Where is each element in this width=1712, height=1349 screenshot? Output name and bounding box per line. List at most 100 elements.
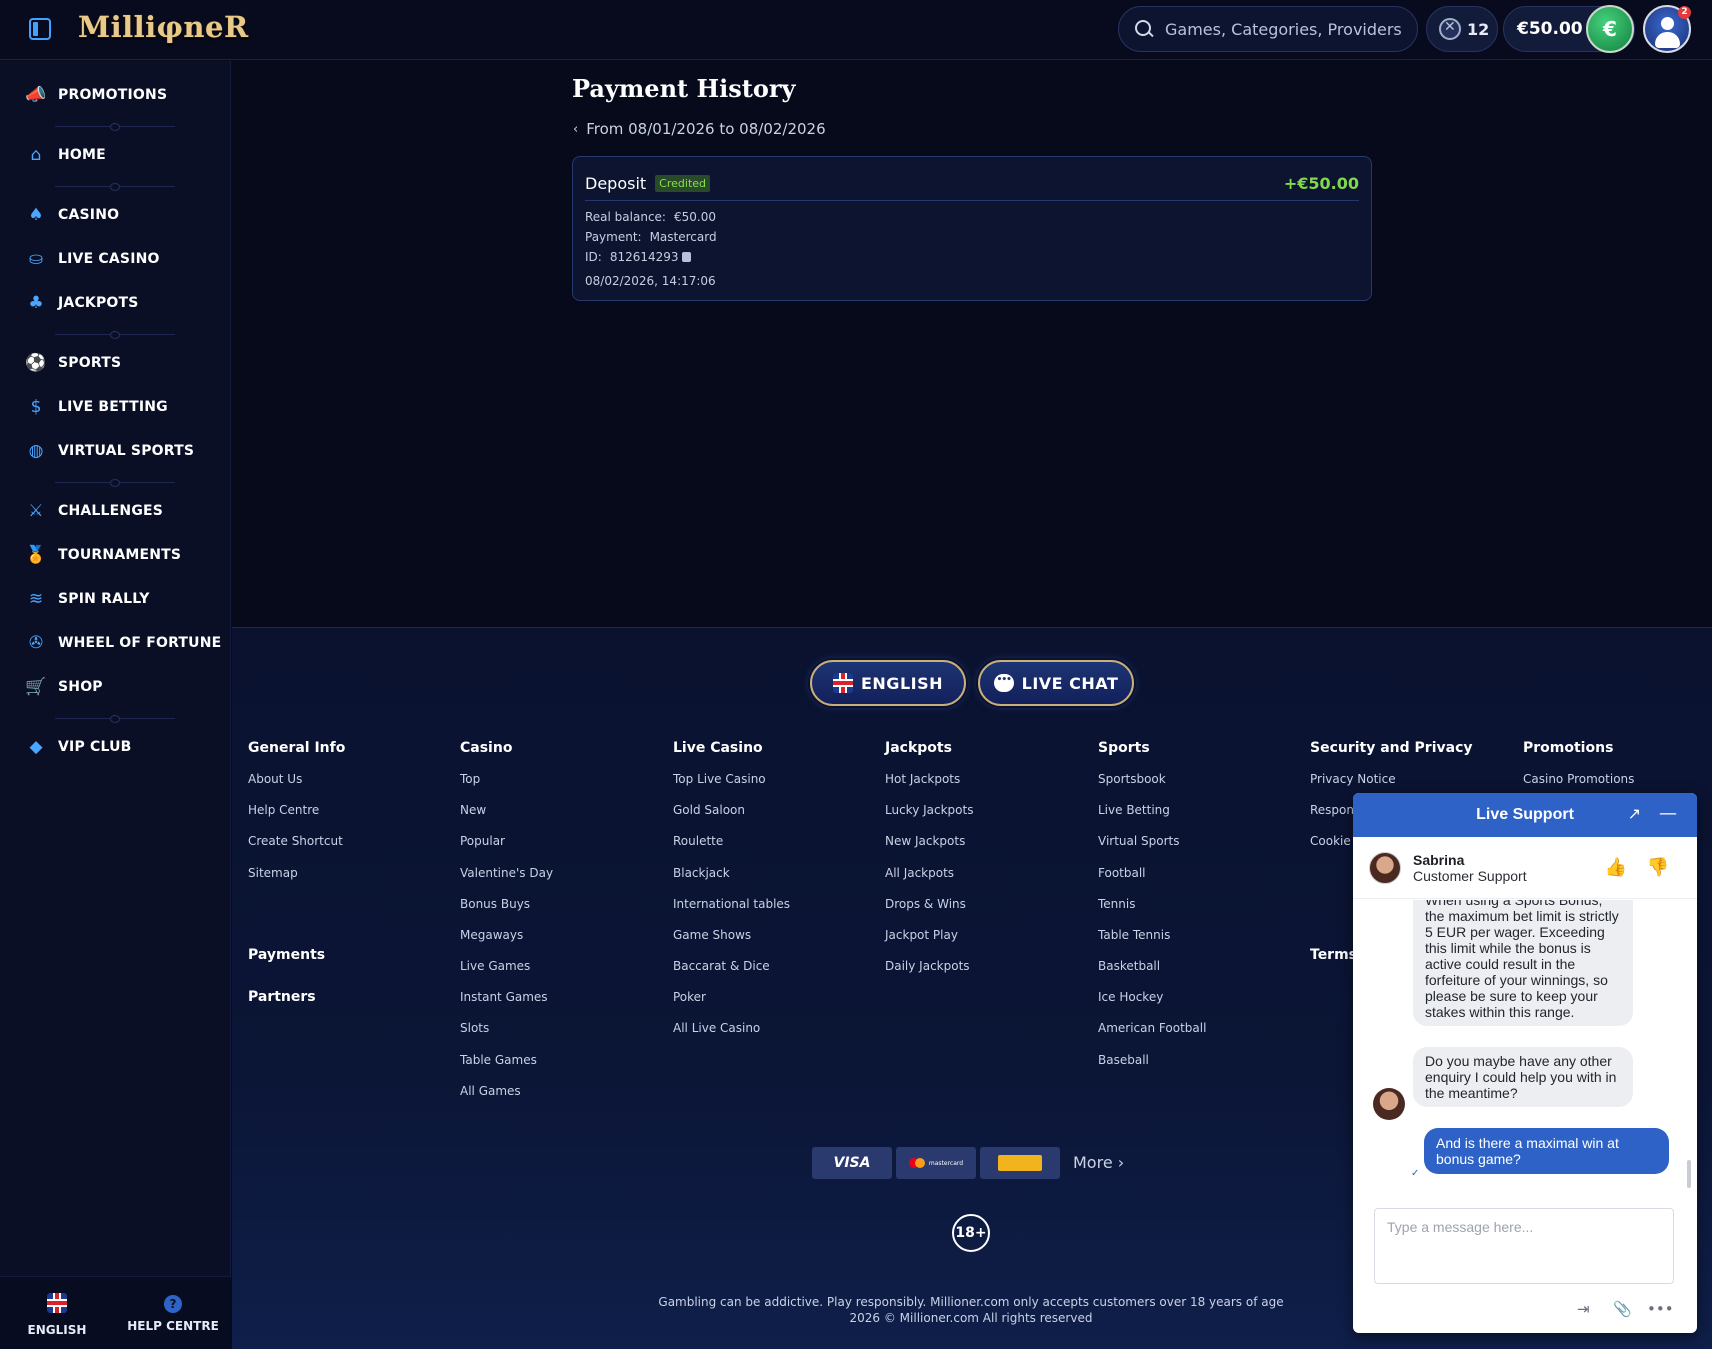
sidebar-item-sports[interactable]: ⚽ SPORTS [0, 343, 231, 383]
sidebar-item-spin-rally[interactable]: ≋ SPIN RALLY [0, 579, 231, 619]
footer-link[interactable]: Help Centre [248, 803, 319, 817]
date-range-filter[interactable]: ‹ From 08/01/2026 to 08/02/2026 [573, 120, 826, 138]
sidebar-item-label: TOURNAMENTS [58, 547, 182, 563]
footer-link[interactable]: New Jackpots [885, 834, 965, 848]
sidebar-toggle-icon[interactable] [29, 18, 51, 40]
footer-link[interactable]: All Live Casino [673, 1021, 760, 1035]
footer-link[interactable]: Popular [460, 834, 505, 848]
sidebar-item-wheel-of-fortune[interactable]: ✇ WHEEL OF FORTUNE [0, 623, 231, 663]
more-options-icon[interactable]: ••• [1647, 1300, 1674, 1318]
agent-role: Customer Support [1413, 867, 1527, 884]
footer-payments-title[interactable]: Payments [248, 947, 325, 963]
sidebar-item-home[interactable]: ⌂ HOME [0, 135, 231, 175]
footer-link[interactable]: Megaways [460, 928, 523, 942]
footer-link[interactable]: Live Games [460, 959, 530, 973]
sidebar-item-label: SPORTS [58, 355, 122, 371]
rally-icon: ≋ [28, 589, 44, 609]
footer-language-label: ENGLISH [860, 673, 943, 693]
sidebar-item-casino[interactable]: ♠ CASINO [0, 195, 231, 235]
live-chat-label: LIVE CHAT [1021, 673, 1119, 693]
footer-link[interactable]: Instant Games [460, 990, 548, 1004]
sidebar-item-challenges[interactable]: ⚔ CHALLENGES [0, 491, 231, 531]
sidebar-item-shop[interactable]: 🛒 SHOP [0, 667, 231, 707]
footer-link[interactable]: Ice Hockey [1098, 990, 1163, 1004]
footer-link[interactable]: All Jackpots [885, 866, 954, 880]
footer-link[interactable]: Baseball [1098, 1053, 1149, 1067]
footer-link[interactable]: Privacy Notice [1310, 772, 1396, 786]
attach-icon[interactable]: 📎 [1613, 1300, 1632, 1318]
sidebar-divider [55, 331, 175, 339]
footer-link[interactable]: Valentine's Day [460, 866, 553, 880]
footer-link[interactable]: American Football [1098, 1021, 1206, 1035]
minimize-icon[interactable]: — [1659, 803, 1677, 824]
footer-link[interactable]: Cookie [1310, 834, 1351, 848]
footer-link[interactable]: International tables [673, 897, 790, 911]
footer-link[interactable]: Game Shows [673, 928, 751, 942]
card-divider [585, 200, 1359, 201]
sidebar-item-virtual-sports[interactable]: ◍ VIRTUAL SPORTS [0, 431, 231, 471]
search-bar[interactable]: Games, Categories, Providers [1118, 6, 1418, 52]
footer-link[interactable]: Football [1098, 866, 1146, 880]
footer-link[interactable]: Table Games [460, 1053, 537, 1067]
sidebar-language-button[interactable]: ENGLISH [2, 1293, 112, 1337]
clover-icon: ♣ [28, 293, 44, 313]
footer-link[interactable]: Hot Jackpots [885, 772, 960, 786]
footer-link[interactable]: Drops & Wins [885, 897, 966, 911]
footer-link[interactable]: Live Betting [1098, 803, 1170, 817]
footer-link[interactable]: Lucky Jackpots [885, 803, 973, 817]
uk-flag-icon [47, 1293, 67, 1313]
thumbs-down-icon[interactable]: 👎 [1647, 857, 1669, 878]
footer-link[interactable]: Daily Jackpots [885, 959, 970, 973]
status-badge: Credited [655, 174, 711, 192]
live-chat-button[interactable]: LIVE CHAT [978, 660, 1134, 706]
sidebar-item-vip-club[interactable]: ◆ VIP CLUB [0, 727, 231, 767]
footer-link[interactable]: Sitemap [248, 866, 298, 880]
footer-terms-title[interactable]: Terms [1310, 947, 1357, 963]
footer-link[interactable]: Create Shortcut [248, 834, 343, 848]
footer-link[interactable]: Top [460, 772, 480, 786]
provider-badge [998, 1155, 1042, 1171]
sidebar-item-tournaments[interactable]: 🏅 TOURNAMENTS [0, 535, 231, 575]
agent-message-avatar [1373, 1088, 1405, 1120]
footer-link[interactable]: Sportsbook [1098, 772, 1166, 786]
footer-link[interactable]: Table Tennis [1098, 928, 1170, 942]
site-logo[interactable]: MilliφneR [78, 10, 249, 44]
sidebar-item-jackpots[interactable]: ♣ JACKPOTS [0, 283, 231, 323]
chat-title: Live Support [1476, 806, 1574, 823]
footer-link[interactable]: Respon [1310, 803, 1354, 817]
top-bar: MilliφneR Games, Categories, Providers 1… [0, 0, 1712, 60]
chat-message-input[interactable]: Type a message here... [1374, 1208, 1674, 1284]
popout-icon[interactable]: ↗ [1628, 804, 1641, 823]
footer-link[interactable]: Poker [673, 990, 706, 1004]
footer-link[interactable]: Baccarat & Dice [673, 959, 770, 973]
more-payments-link[interactable]: More › [1073, 1153, 1124, 1172]
footer-link[interactable]: Roulette [673, 834, 723, 848]
sidebar-item-live-betting[interactable]: $ LIVE BETTING [0, 387, 231, 427]
sidebar-item-label: SHOP [58, 679, 103, 695]
wallet-deposit-button[interactable]: € [1586, 5, 1634, 53]
coins-button[interactable]: 12 [1426, 6, 1498, 52]
footer-language-button[interactable]: ENGLISH [810, 660, 966, 706]
footer-link[interactable]: Bonus Buys [460, 897, 530, 911]
chat-messages[interactable]: When using a Sports Bonus, the maximum b… [1353, 900, 1697, 1200]
sidebar-help-centre-button[interactable]: ? HELP CENTRE [118, 1293, 228, 1333]
footer-link[interactable]: About Us [248, 772, 302, 786]
footer-partners-title[interactable]: Partners [248, 989, 316, 1005]
footer-link[interactable]: Virtual Sports [1098, 834, 1180, 848]
footer-link[interactable]: Jackpot Play [885, 928, 958, 942]
footer-link[interactable]: Blackjack [673, 866, 730, 880]
thumbs-up-icon[interactable]: 👍 [1605, 857, 1627, 878]
footer-link[interactable]: Top Live Casino [673, 772, 766, 786]
footer-link[interactable]: Tennis [1098, 897, 1135, 911]
chat-scrollbar[interactable] [1687, 1160, 1691, 1188]
footer-link[interactable]: Basketball [1098, 959, 1160, 973]
footer-link[interactable]: All Games [460, 1084, 521, 1098]
footer-link[interactable]: Slots [460, 1021, 489, 1035]
copy-icon[interactable] [681, 252, 691, 262]
sidebar-item-promotions[interactable]: 📣 PROMOTIONS [0, 75, 231, 115]
footer-link[interactable]: Casino Promotions [1523, 772, 1634, 786]
exit-chat-icon[interactable]: ⇥ [1577, 1300, 1590, 1318]
sidebar-item-live-casino[interactable]: ⛀ LIVE CASINO [0, 239, 231, 279]
footer-link[interactable]: Gold Saloon [673, 803, 745, 817]
footer-link[interactable]: New [460, 803, 486, 817]
